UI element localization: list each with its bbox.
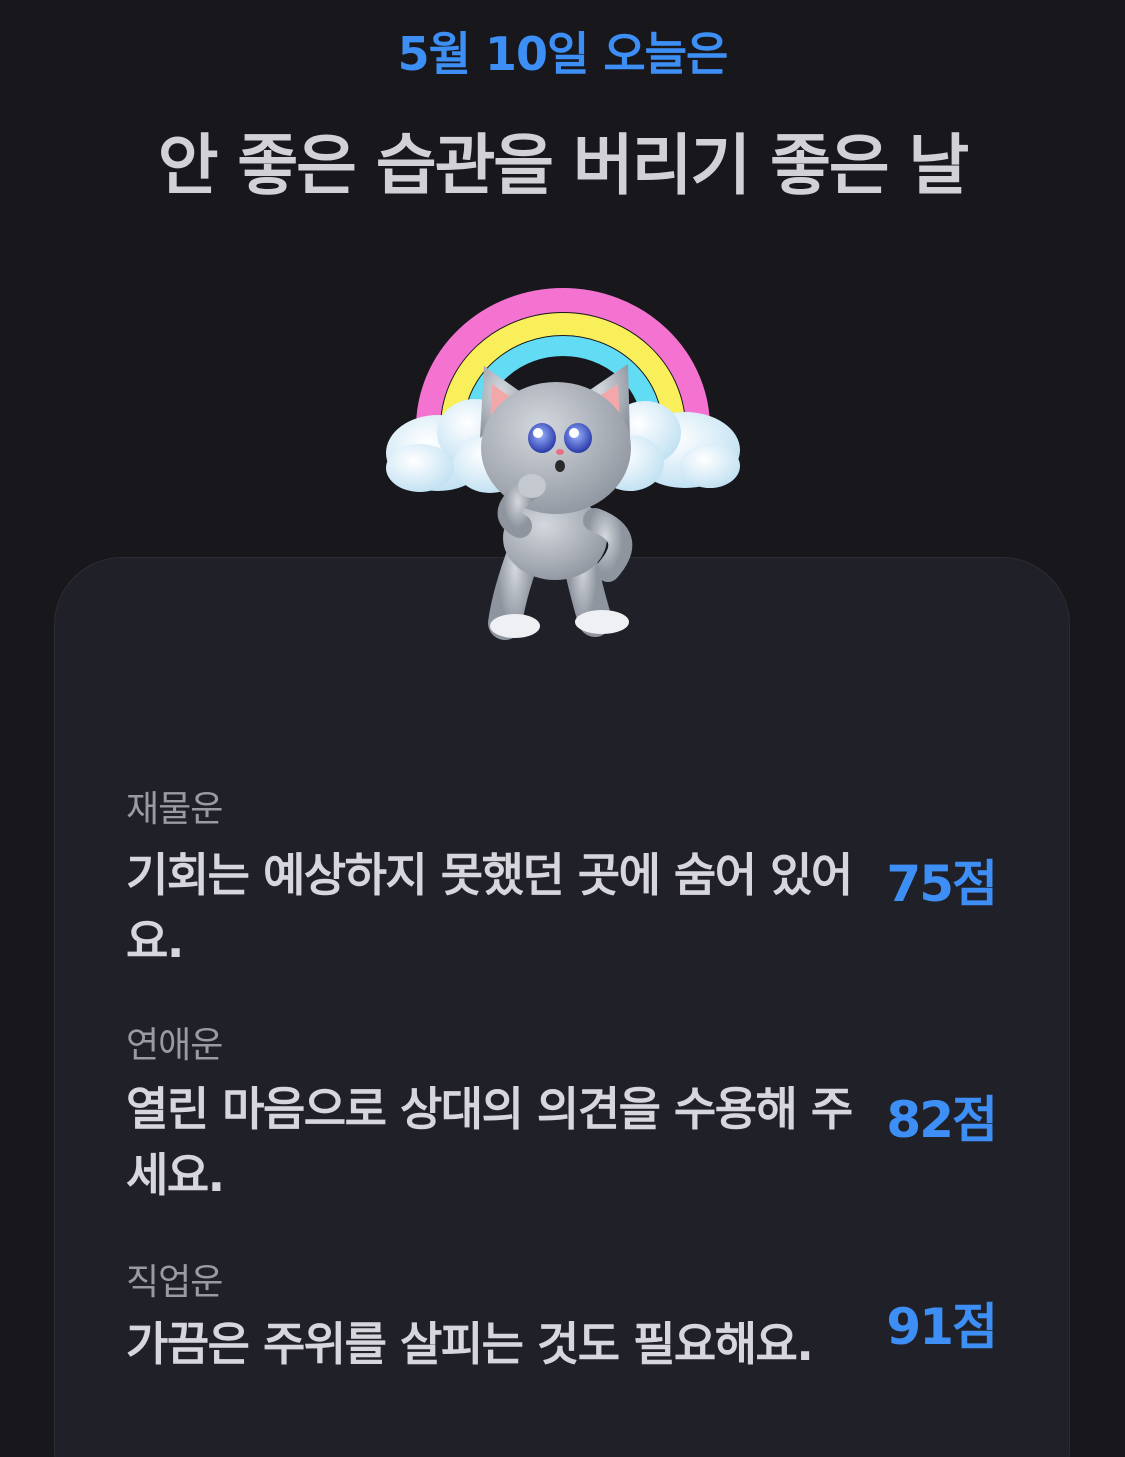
cat-paw bbox=[518, 474, 546, 498]
fortune-label: 연애운 bbox=[126, 1025, 223, 1066]
fortune-text: 가끔은 주위를 살피는 것도 필요해요. bbox=[126, 1317, 814, 1371]
cat-head bbox=[481, 382, 631, 514]
fortune-item-career: 직업운 가끔은 주위를 살피는 것도 필요해요. 91점 bbox=[126, 1253, 998, 1371]
fortune-text: 기회는 예상하지 못했던 곳에 숨어 있어요. bbox=[126, 848, 853, 968]
fortune-score: 82점 bbox=[886, 1091, 998, 1149]
cat-eye-right bbox=[564, 423, 592, 453]
fortune-item-wealth: 재물운 기회는 예상하지 못했던 곳에 숨어 있어요. 75점 bbox=[126, 780, 998, 968]
fortune-item-love: 연애운 열린 마음으로 상대의 의견을 수용해 주세요. 82점 bbox=[126, 1016, 998, 1202]
cat-rainbow-mascot-icon bbox=[386, 288, 740, 640]
fortune-page: 5월 10일 오늘은 안 좋은 습관을 버리기 좋은 날 재물운 기회는 예상하… bbox=[0, 0, 1125, 1457]
date-heading: 5월 10일 오늘은 bbox=[397, 27, 729, 81]
fortune-label: 직업운 bbox=[126, 1262, 223, 1303]
fortune-score: 91점 bbox=[886, 1298, 998, 1356]
fortune-label: 재물운 bbox=[126, 789, 223, 830]
fortune-text: 열린 마음으로 상대의 의견을 수용해 주세요. bbox=[126, 1082, 853, 1202]
cat-foot-right bbox=[575, 610, 629, 634]
cat-foot-left bbox=[490, 614, 540, 638]
cat-mouth bbox=[555, 460, 565, 472]
page-title: 안 좋은 습관을 버리기 좋은 날 bbox=[157, 127, 970, 204]
fortune-score: 75점 bbox=[886, 855, 998, 913]
cat-eye-left bbox=[528, 423, 556, 453]
cat-nose bbox=[556, 449, 564, 455]
